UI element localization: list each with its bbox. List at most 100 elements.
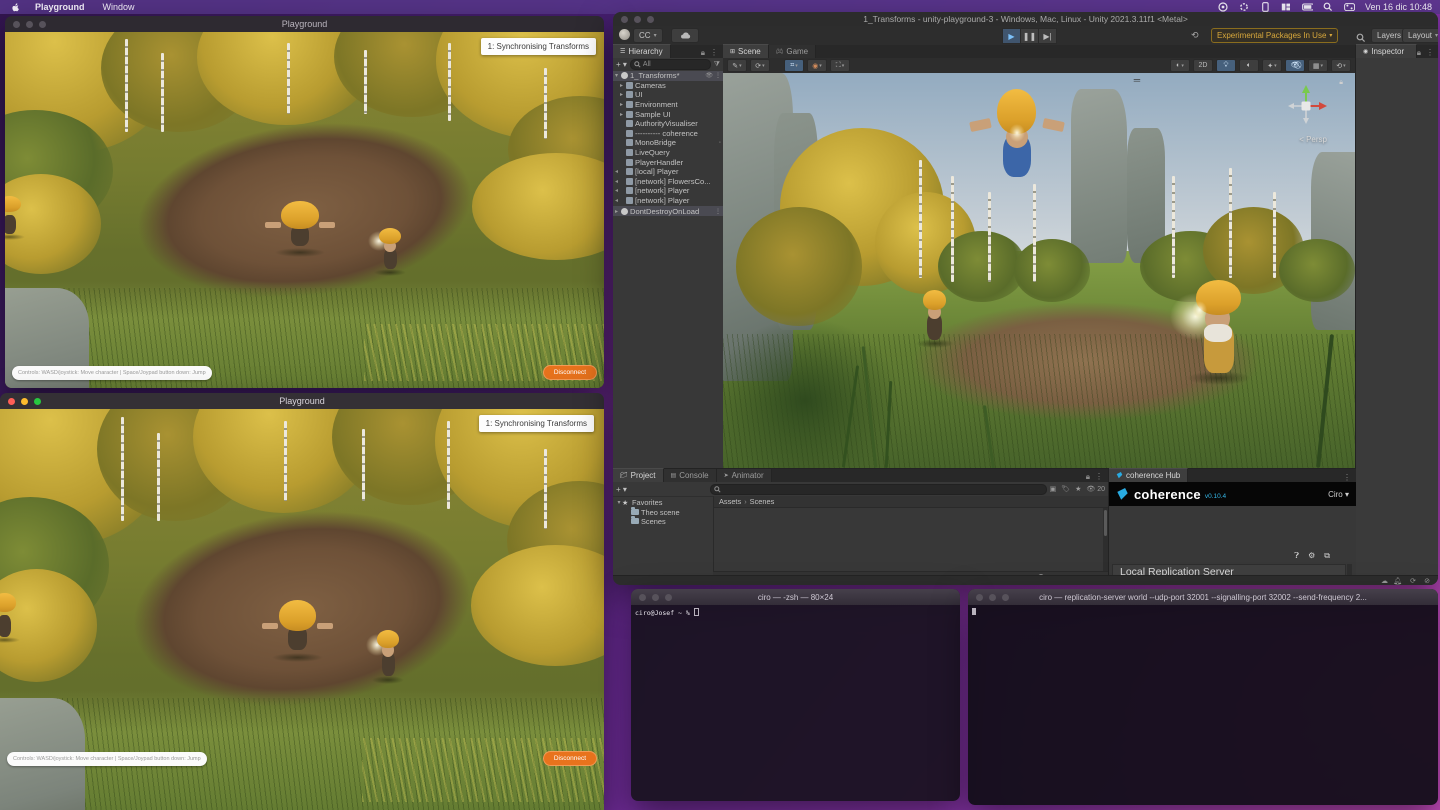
tab-coherence-hub[interactable]: coherence Hub — [1109, 468, 1188, 482]
draw-mode-dropdown[interactable]: ◐▾ — [1170, 59, 1190, 72]
account-avatar[interactable] — [619, 29, 630, 40]
cloud-button[interactable] — [671, 28, 699, 43]
lock-icon[interactable]: 🔒︎ — [701, 48, 705, 58]
camera-dropdown[interactable]: ⛶▾ — [830, 59, 850, 72]
lock-icon[interactable]: 🔒︎ — [1086, 472, 1090, 482]
game-view[interactable]: 1: Synchronising Transforms Controls: WA… — [5, 32, 604, 388]
hierarchy-item[interactable]: PlayerHandler — [613, 157, 723, 167]
undo-history-icon[interactable]: ⟲ — [1191, 30, 1199, 41]
hierarchy-item[interactable]: ◂[network] Player — [613, 196, 723, 206]
playground-bottom-titlebar[interactable]: Playground — [0, 393, 604, 409]
zsh-terminal-body[interactable]: ciro@Josef ~ % — [631, 605, 960, 801]
hierarchy-item[interactable]: ---------- coherence — [613, 129, 723, 139]
hierarchy-item[interactable]: AuthorityVisualiser — [613, 119, 723, 129]
hierarchy-item[interactable]: ▸Cameras — [613, 81, 723, 91]
project-tree-item[interactable]: Theo scene — [613, 507, 713, 516]
account-dropdown[interactable]: CC▾ — [633, 28, 663, 43]
disconnect-button[interactable]: Disconnect — [543, 751, 597, 766]
favorites-filter-icon[interactable]: ★ — [1075, 485, 1081, 493]
project-search-input[interactable] — [710, 484, 1047, 495]
toggle-2d-button[interactable]: 2D — [1193, 59, 1213, 72]
menu-item-window[interactable]: Window — [103, 2, 135, 12]
project-tree-item[interactable]: ▾★Favorites — [613, 498, 713, 507]
add-gameobject-button[interactable]: + ▾ — [616, 60, 627, 69]
menu-clock[interactable]: Ven 16 dic 10:48 — [1365, 2, 1432, 12]
unity-titlebar[interactable]: 1_Transforms - unity-playground-3 - Wind… — [613, 12, 1438, 26]
disconnect-button[interactable]: Disconnect — [543, 365, 597, 380]
lighting-toggle[interactable]: 💡︎ — [1216, 59, 1236, 72]
wheel-icon[interactable] — [1218, 2, 1229, 13]
device-icon[interactable] — [1260, 2, 1271, 13]
audio-toggle[interactable]: 🔈︎ — [1239, 59, 1259, 72]
tab-project[interactable]: 📁︎Project — [613, 468, 664, 482]
tool-rotate-dropdown[interactable]: ⟳▾ — [750, 59, 770, 72]
scene-viewport[interactable]: 🔒︎ < Persp ═ — [723, 73, 1355, 468]
more-icon[interactable]: ⋮ — [1095, 472, 1103, 482]
hub-account-dropdown[interactable]: Ciro ▾ — [1328, 490, 1349, 499]
grid-visibility-dropdown[interactable]: ▦▾ — [1308, 59, 1328, 72]
experimental-packages-dropdown[interactable]: Experimental Packages In Use▾ — [1211, 28, 1338, 43]
tab-hierarchy[interactable]: ☰Hierarchy — [613, 44, 671, 58]
more-icon[interactable]: ⋮ — [1426, 48, 1434, 58]
hierarchy-item[interactable]: LiveQuery — [613, 148, 723, 158]
overlay-menu-icon[interactable]: ═ — [1134, 75, 1140, 85]
hierarchy-item[interactable]: MonoBridge◦ — [613, 138, 723, 148]
tab-console[interactable]: ▤Console — [664, 469, 717, 482]
hierarchy-scene-row[interactable]: ▾ 1_Transforms* 👁︎⋮ — [613, 71, 723, 81]
orientation-gizmo[interactable]: 🔒︎ — [1283, 83, 1329, 134]
search-by-type-icon[interactable]: ▣ — [1050, 485, 1057, 493]
grid-snap-dropdown[interactable]: ⌗▾ — [784, 59, 804, 72]
pause-button[interactable]: ❚❚ — [1020, 28, 1039, 44]
menu-app-name[interactable]: Playground — [35, 2, 85, 12]
refresh-icon[interactable]: ⟳ — [1410, 577, 1416, 585]
playground-top-titlebar[interactable]: Playground — [5, 16, 604, 32]
tab-game[interactable]: 🎮︎Game — [769, 45, 816, 58]
more-icon[interactable]: ⋮ — [715, 208, 721, 215]
gear-icon[interactable] — [1239, 2, 1250, 13]
control-center-icon[interactable] — [1344, 2, 1355, 13]
lock-icon[interactable]: 🔒︎ — [1417, 48, 1421, 58]
more-icon[interactable]: ⋮ — [1343, 473, 1351, 482]
effects-dropdown[interactable]: ✦▾ — [1262, 59, 1282, 72]
game-view[interactable]: 1: Synchronising Transforms Controls: WA… — [0, 409, 604, 810]
visibility-toggle[interactable]: 👁︎⃠ — [1285, 59, 1305, 72]
hierarchy-item[interactable]: ▸Sample UI — [613, 109, 723, 119]
play-button[interactable]: ▶ — [1002, 28, 1021, 44]
battery-icon[interactable] — [1302, 2, 1313, 13]
persp-label[interactable]: < Persp — [1299, 135, 1327, 144]
window-tile-icon[interactable] — [1281, 2, 1292, 13]
breadcrumb[interactable]: Assets›Scenes — [714, 496, 1108, 508]
filter-icon[interactable]: ⧩ — [714, 61, 720, 69]
hierarchy-search-input[interactable]: All — [630, 59, 711, 70]
help-icon[interactable]: ❓︎ — [1294, 551, 1299, 561]
terminal-titlebar[interactable]: ciro — replication-server world --udp-po… — [968, 589, 1438, 605]
terminal-titlebar[interactable]: ciro — -zsh — 80×24 — [631, 589, 960, 605]
layout-dropdown[interactable]: Layout▾ — [1402, 28, 1438, 43]
tab-inspector[interactable]: ◉Inspector — [1356, 44, 1417, 58]
tab-animator[interactable]: ➤Animator — [717, 469, 772, 482]
hierarchy-item[interactable]: ◂[local] Player — [613, 167, 723, 177]
bell-icon[interactable]: 🔔︎ — [1393, 577, 1402, 585]
component-tools-dropdown[interactable]: ⟲▾ — [1331, 59, 1351, 72]
tab-scene[interactable]: ⊞Scene — [723, 44, 769, 58]
pivot-dropdown[interactable]: ◉▾ — [807, 59, 827, 72]
search-by-label-icon[interactable]: 🏷︎ — [1061, 485, 1070, 493]
hierarchy-item[interactable]: ◂[network] FlowersCo... — [613, 177, 723, 187]
cloud-sync-icon[interactable]: ☁︎ — [1381, 577, 1388, 585]
more-icon[interactable]: ⋮ — [710, 48, 718, 58]
apple-logo-icon[interactable] — [10, 2, 21, 13]
server-terminal-body[interactable] — [968, 605, 1438, 805]
hierarchy-dontdestroy-row[interactable]: ▸ DontDestroyOnLoad ⋮ — [613, 206, 723, 216]
check-status-icon[interactable]: ⊘ — [1424, 577, 1430, 585]
more-icon[interactable]: ⋮ — [715, 72, 721, 79]
project-tree-item[interactable]: Scenes — [613, 517, 713, 526]
hierarchy-item[interactable]: ◂[network] Player — [613, 186, 723, 196]
spotlight-icon[interactable] — [1323, 2, 1334, 13]
create-asset-button[interactable]: + ▾ — [616, 485, 627, 494]
step-button[interactable]: ▶| — [1038, 28, 1057, 44]
hierarchy-item[interactable]: ▸Environment — [613, 100, 723, 110]
lock-icon[interactable]: 🔒︎ — [1339, 79, 1343, 87]
open-external-icon[interactable]: ⧉ — [1324, 551, 1330, 561]
hidden-count[interactable]: 👁︎ 20 — [1086, 485, 1105, 493]
settings-gear-icon[interactable]: ⚙︎ — [1308, 551, 1315, 561]
